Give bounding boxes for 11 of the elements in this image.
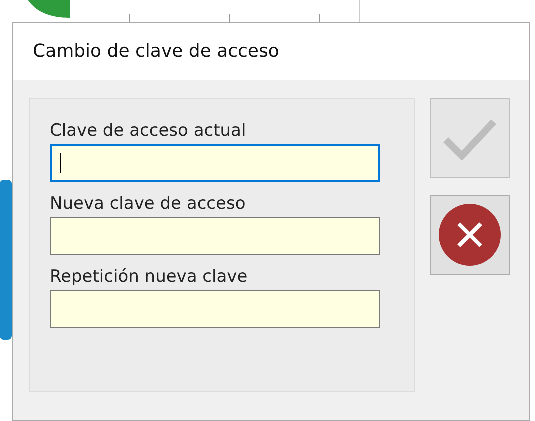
dialog-title: Cambio de clave de acceso [13, 23, 529, 80]
background-shape-drawing [28, 0, 70, 18]
password-field[interactable] [50, 144, 380, 182]
field-label: Repetición nueva clave [50, 267, 249, 287]
field-label: Nueva clave de acceso [50, 194, 247, 214]
cancel-button[interactable] [430, 195, 510, 275]
text-cursor [60, 153, 61, 173]
field-label: Clave de acceso actual [50, 121, 248, 141]
close-icon [439, 204, 501, 266]
password-field[interactable] [50, 290, 380, 328]
password-field[interactable] [50, 217, 380, 255]
